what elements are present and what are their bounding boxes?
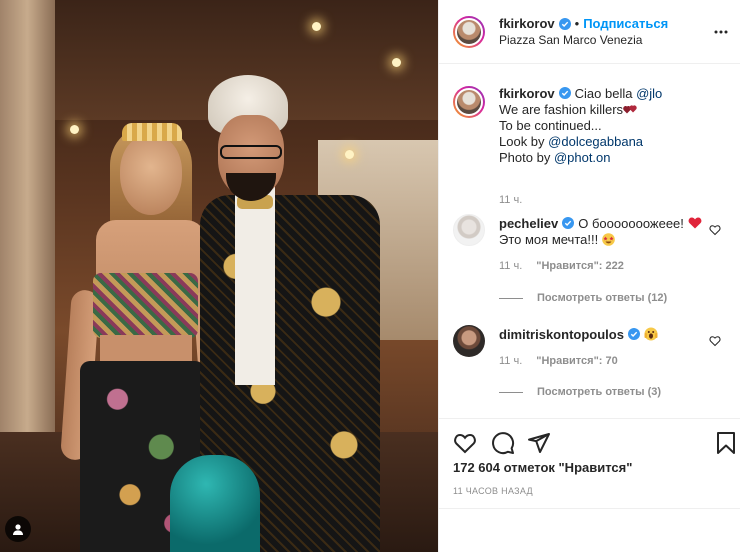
- bookmark-icon[interactable]: [714, 431, 738, 455]
- verified-badge-icon: [558, 17, 571, 30]
- caption-text: We are fashion killers: [499, 102, 624, 117]
- teal-clutch: [170, 455, 260, 552]
- separator-dot: •: [574, 15, 580, 31]
- comment-meta: 11 ч. "Нравится": 70: [499, 355, 618, 367]
- location-link[interactable]: Piazza San Marco Venezia: [499, 32, 668, 48]
- caption-text: Photo by: [499, 150, 554, 165]
- like-comment-heart-icon[interactable]: [709, 335, 721, 347]
- heart-icon[interactable]: [453, 431, 477, 455]
- comment-likes[interactable]: "Нравится": 70: [536, 355, 617, 367]
- caption-text: Look by: [499, 134, 549, 149]
- post-header: fkirkorov • Подписаться Piazza San Marco…: [439, 0, 740, 64]
- light-bulb: [392, 58, 401, 67]
- comment-text: Это моя мечта!!!: [499, 232, 602, 247]
- view-replies-button[interactable]: Посмотреть ответы (3): [499, 386, 661, 398]
- like-comment-heart-icon[interactable]: [709, 224, 721, 236]
- comment-icon[interactable]: [491, 431, 515, 455]
- mention-link[interactable]: @phot.on: [554, 150, 611, 165]
- follow-button[interactable]: Подписаться: [583, 16, 668, 32]
- scream-emoji-icon: [644, 327, 658, 341]
- view-replies-button[interactable]: Посмотреть ответы (12): [499, 292, 667, 304]
- more-options-icon[interactable]: [713, 24, 729, 40]
- add-comment-area: [439, 508, 740, 552]
- mention-link[interactable]: @jlo: [636, 86, 662, 101]
- comment-time[interactable]: 11 ч.: [499, 355, 522, 367]
- comments-list[interactable]: fkirkorov Ciao bella @jlo We are fashion …: [439, 72, 740, 415]
- verified-badge-icon: [627, 328, 640, 340]
- hearts-emoji-icon: [623, 105, 637, 114]
- user-tag-icon[interactable]: [5, 516, 31, 542]
- light-bulb: [312, 22, 321, 31]
- likes-count[interactable]: 172 604 отметок "Нравится": [453, 460, 632, 475]
- verified-badge-icon: [562, 217, 575, 229]
- verified-badge-icon: [558, 87, 571, 99]
- caption-time[interactable]: 11 ч.: [499, 194, 522, 206]
- view-replies-label: Посмотреть ответы (12): [537, 292, 668, 304]
- post-sidebar: fkirkorov • Подписаться Piazza San Marco…: [438, 0, 740, 552]
- author-avatar[interactable]: [453, 15, 485, 48]
- caption-username[interactable]: fkirkorov: [499, 86, 555, 101]
- instagram-post: fkirkorov • Подписаться Piazza San Marco…: [0, 0, 740, 552]
- mention-link[interactable]: @dolcegabbana: [548, 134, 643, 149]
- caption-text: Ciao bella: [574, 86, 637, 101]
- star-struck-emoji-icon: [602, 233, 615, 246]
- paper-plane-icon[interactable]: [527, 431, 551, 455]
- commenter-username[interactable]: pecheliev: [499, 216, 558, 231]
- caption-text: To be continued...: [499, 118, 602, 133]
- replies-divider: [499, 297, 523, 299]
- commenter-avatar[interactable]: [453, 325, 485, 357]
- author-username[interactable]: fkirkorov: [499, 16, 555, 32]
- red-heart-emoji-icon: [688, 217, 701, 229]
- comment-time[interactable]: 11 ч.: [499, 260, 522, 272]
- replies-divider: [499, 391, 523, 393]
- comment-likes[interactable]: "Нравится": 222: [536, 260, 624, 272]
- comment-meta: 11 ч. "Нравится": 222: [499, 260, 624, 272]
- post-date[interactable]: 11 ЧАСОВ НАЗАД: [453, 486, 533, 496]
- commenter-username[interactable]: dimitriskontopoulos: [499, 327, 624, 342]
- view-replies-label: Посмотреть ответы (3): [537, 386, 662, 398]
- post-photo[interactable]: [0, 0, 438, 552]
- comment-text: О бооооооожеее!: [578, 216, 688, 231]
- commenter-avatar[interactable]: [453, 214, 485, 246]
- caption-author-avatar[interactable]: [453, 86, 485, 118]
